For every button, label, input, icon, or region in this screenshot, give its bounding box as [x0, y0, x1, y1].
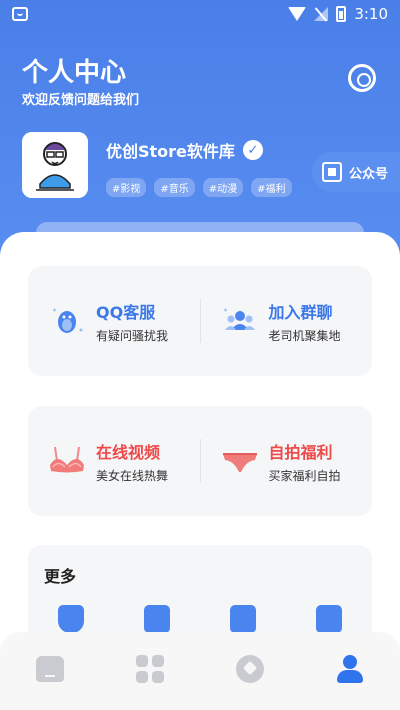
online-video-item[interactable]: 在线视频 美女在线热舞	[28, 439, 200, 484]
status-bar: 3:10	[0, 0, 400, 30]
edit-icon[interactable]	[230, 605, 256, 633]
download-file-icon[interactable]	[144, 605, 170, 633]
nav-profile[interactable]	[330, 649, 370, 689]
more-icons-row	[28, 605, 372, 633]
group-icon	[219, 300, 261, 342]
username: 优创Store软件库	[106, 142, 235, 161]
no-signal-icon	[314, 7, 329, 21]
settings-icon[interactable]	[348, 64, 376, 92]
selfie-welfare-item[interactable]: 自拍福利 买家福利自拍	[201, 439, 373, 484]
page-subtitle: 欢迎反馈问题给我们	[22, 93, 140, 108]
selfie-welfare-title: 自拍福利	[268, 442, 333, 462]
qq-service-item[interactable]: QQ客服 有疑问骚扰我	[28, 299, 200, 344]
grid-icon	[136, 655, 164, 683]
selfie-welfare-desc: 买家福利自拍	[268, 468, 341, 483]
compass-icon	[236, 655, 264, 683]
tag-anime[interactable]: #动漫	[202, 178, 244, 197]
contact-book-icon[interactable]	[316, 605, 342, 633]
status-time: 3:10	[354, 5, 388, 23]
contact-card: QQ客服 有疑问骚扰我 加入群聊 老司机聚集地	[28, 266, 372, 376]
qr-code-icon	[322, 162, 342, 182]
bra-icon	[46, 440, 88, 482]
nav-apps[interactable]	[130, 649, 170, 689]
official-account-button[interactable]: 公众号	[312, 152, 400, 192]
wifi-icon	[288, 7, 307, 21]
username-row: 优创Store软件库 ✓	[106, 138, 263, 162]
underwear-icon	[219, 440, 261, 482]
tag-movies[interactable]: #影视	[106, 178, 147, 197]
shield-icon[interactable]	[58, 605, 84, 633]
online-video-title: 在线视频	[96, 442, 161, 462]
nav-home[interactable]	[30, 649, 70, 689]
user-icon	[336, 655, 364, 683]
welfare-card: 在线视频 美女在线热舞 自拍福利 买家福利自拍	[28, 406, 372, 516]
official-account-label: 公众号	[349, 166, 389, 182]
penguin-icon	[46, 300, 88, 342]
app-notification-icon	[12, 7, 28, 21]
profile-tags: #影视 #音乐 #动漫 #福利	[106, 178, 292, 197]
bottom-navigation	[0, 632, 400, 710]
battery-icon	[336, 6, 347, 22]
avatar[interactable]	[22, 132, 88, 198]
tag-music[interactable]: #音乐	[154, 178, 195, 197]
join-group-desc: 老司机聚集地	[268, 328, 341, 343]
join-group-item[interactable]: 加入群聊 老司机聚集地	[201, 299, 373, 344]
qq-service-desc: 有疑问骚扰我	[96, 328, 169, 343]
join-group-title: 加入群聊	[268, 302, 333, 322]
page-title: 个人中心	[22, 58, 127, 88]
online-video-desc: 美女在线热舞	[96, 468, 169, 483]
more-title: 更多	[44, 567, 77, 586]
verified-badge-icon: ✓	[242, 140, 263, 160]
nav-discover[interactable]	[230, 649, 270, 689]
status-icons: 3:10	[288, 5, 388, 23]
tag-welfare[interactable]: #福利	[251, 178, 292, 197]
qq-service-title: QQ客服	[96, 302, 156, 322]
home-icon	[36, 656, 64, 682]
